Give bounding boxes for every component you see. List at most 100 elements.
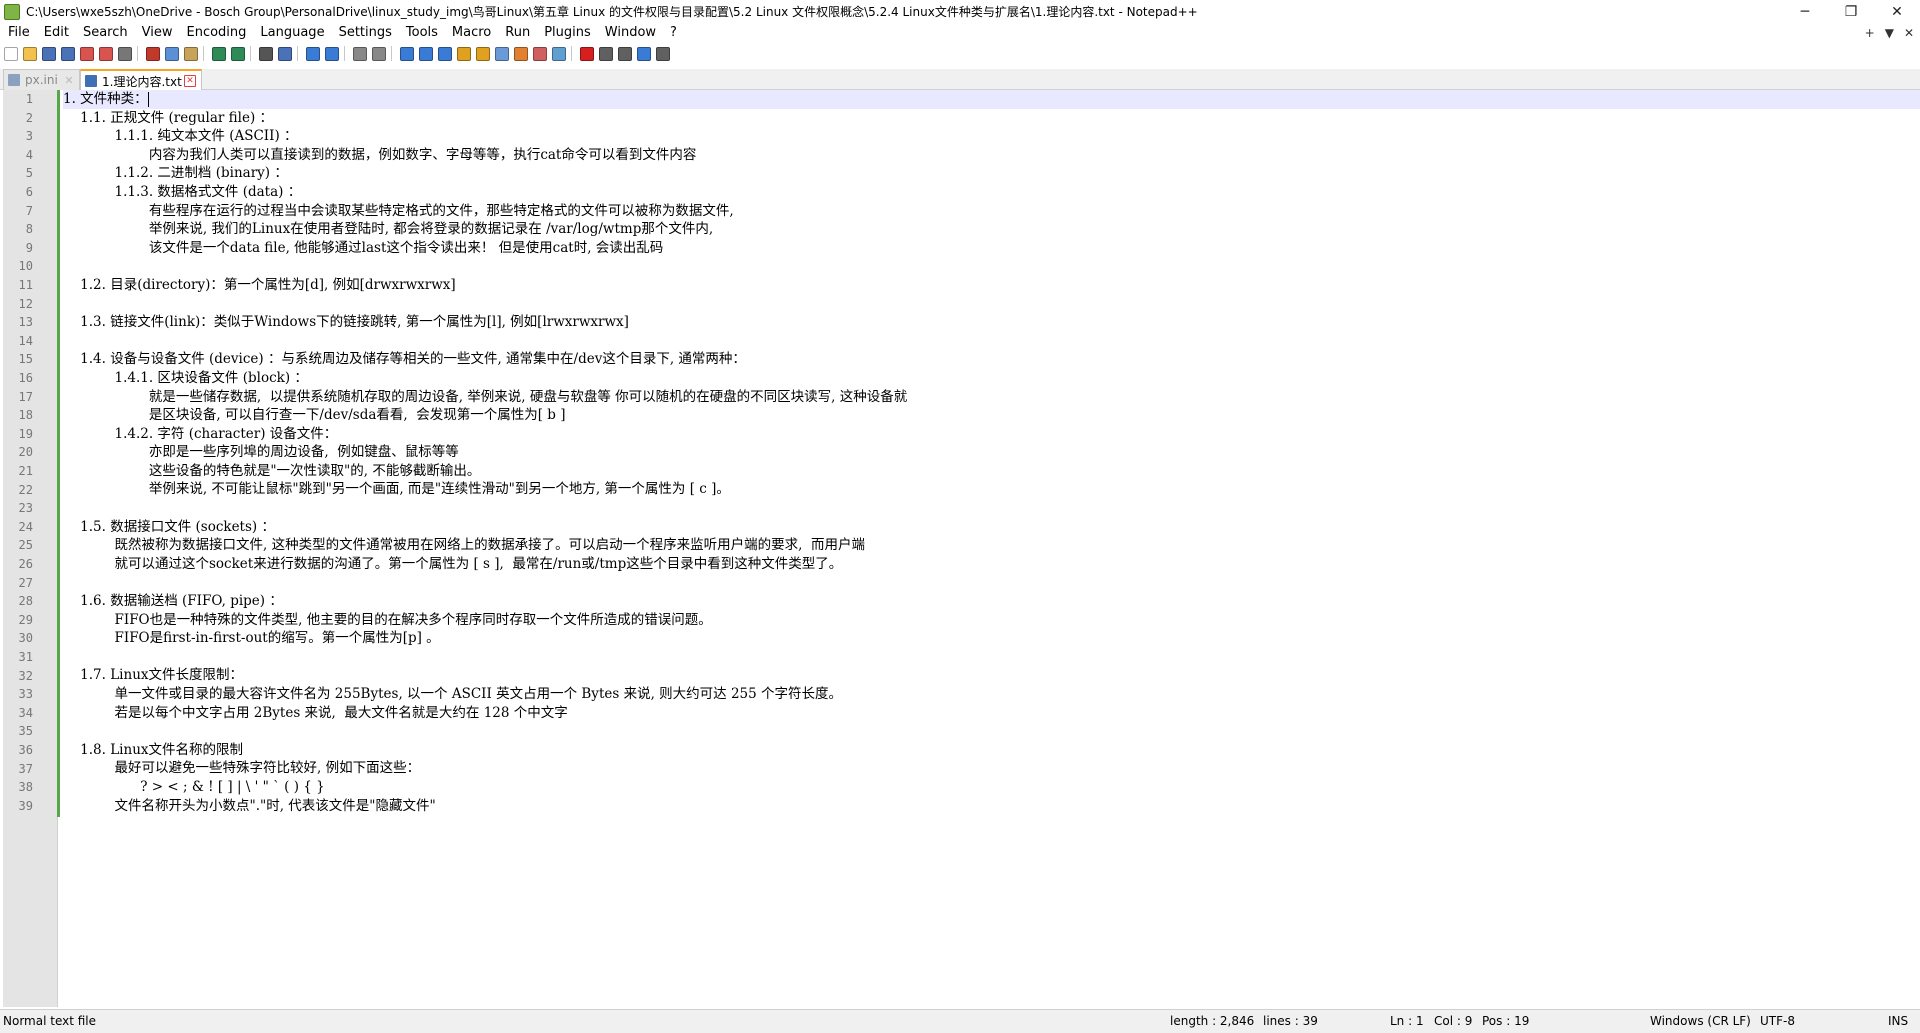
print-icon[interactable] xyxy=(116,45,133,62)
play-macro-icon[interactable] xyxy=(616,45,633,62)
maximize-button[interactable]: ❐ xyxy=(1828,0,1874,23)
editor-line[interactable]: 1.6. 数据输送档 (FIFO, pipe) ： xyxy=(63,592,1920,611)
folder-as-workspace-icon[interactable] xyxy=(512,45,529,62)
editor-pane[interactable]: 1 2 3 4 5 6 7 8 9 10 11 12 13 14 15 16 17 18 19 20 21 22 23 24 2… xyxy=(3,90,1920,1007)
editor-line[interactable]: 举例来说, 不可能让鼠标"跳到"另一个画面, 而是"连续性滑动"到另一个地方, … xyxy=(63,480,1920,499)
line-number: 29 xyxy=(18,612,33,627)
editor-line[interactable]: 1.4. 设备与设备文件 (device) ：与系统周边及储存等相关的一些文件,… xyxy=(63,350,1920,369)
find-icon[interactable] xyxy=(257,45,274,62)
menu-encoding[interactable]: Encoding xyxy=(179,23,253,43)
copy-icon[interactable] xyxy=(163,45,180,62)
editor-line[interactable] xyxy=(63,648,1920,667)
sync-vertical-icon[interactable] xyxy=(351,45,368,62)
editor-line[interactable]: 1.1. 正规文件 (regular file) ： xyxy=(63,109,1920,128)
editor-line[interactable]: 1.5. 数据接口文件 (sockets) ： xyxy=(63,518,1920,537)
editor-line[interactable] xyxy=(63,332,1920,351)
editor-line[interactable] xyxy=(63,257,1920,276)
menu-file[interactable]: File xyxy=(0,23,37,43)
menu-edit[interactable]: Edit xyxy=(37,23,76,43)
editor-line[interactable]: 举例来说, 我们的Linux在使用者登陆时, 都会将登录的数据记录在 /var/… xyxy=(63,220,1920,239)
tab-list-dropdown-button[interactable]: ▼ xyxy=(1885,23,1894,43)
monitoring-icon[interactable] xyxy=(550,45,567,62)
function-list-icon[interactable] xyxy=(493,45,510,62)
editor-line[interactable]: 1.4.2. 字符 (character) 设备文件： xyxy=(63,425,1920,444)
tab-theory-content-txt[interactable]: 1.理论内容.txt ✕ xyxy=(80,69,202,91)
run-macro-multiple-icon[interactable] xyxy=(635,45,652,62)
new-file-icon[interactable] xyxy=(2,45,19,62)
replace-icon[interactable] xyxy=(276,45,293,62)
editor-line[interactable]: 1. 文件种类： xyxy=(63,90,1920,109)
editor-line[interactable]: 最好可以避免一些特殊字符比较好, 例如下面这些： xyxy=(63,759,1920,778)
doc-list-icon[interactable] xyxy=(531,45,548,62)
editor-line[interactable]: 1.1.1. 纯文本文件 (ASCII) ： xyxy=(63,127,1920,146)
editor-line[interactable] xyxy=(63,499,1920,518)
editor-line[interactable]: 单一文件或目录的最大容许文件名为 255Bytes, 以一个 ASCII 英文占… xyxy=(63,685,1920,704)
zoom-in-icon[interactable] xyxy=(304,45,321,62)
editor-line[interactable]: 内容为我们人类可以直接读到的数据，例如数字、字母等等，执行cat命令可以看到文件… xyxy=(63,146,1920,165)
doc-map-icon[interactable] xyxy=(474,45,491,62)
editor-line[interactable]: 1.1.2. 二进制档 (binary) ： xyxy=(63,164,1920,183)
word-wrap-icon[interactable] xyxy=(398,45,415,62)
show-all-chars-icon[interactable] xyxy=(417,45,434,62)
sync-horizontal-icon[interactable] xyxy=(370,45,387,62)
menu-plugins[interactable]: Plugins xyxy=(537,23,598,43)
zoom-out-icon[interactable] xyxy=(323,45,340,62)
close-window-button[interactable]: ✕ xyxy=(1874,0,1920,23)
editor-line[interactable]: 若是以每个中文字占用 2Bytes 来说, 最大文件名就是大约在 128 个中文… xyxy=(63,704,1920,723)
editor-line[interactable]: 1.2. 目录(directory)：第一个属性为[d], 例如[drwxrwx… xyxy=(63,276,1920,295)
paste-icon[interactable] xyxy=(182,45,199,62)
close-all-icon[interactable] xyxy=(97,45,114,62)
menu-run[interactable]: Run xyxy=(498,23,537,43)
open-file-icon[interactable] xyxy=(21,45,38,62)
editor-line[interactable] xyxy=(63,722,1920,741)
new-tab-button[interactable]: + xyxy=(1865,23,1875,43)
menu-macro[interactable]: Macro xyxy=(445,23,498,43)
editor-line[interactable]: 该文件是一个data file, 他能够通过last这个指令读出来！ 但是使用c… xyxy=(63,239,1920,258)
save-state-icon xyxy=(85,75,97,87)
editor-line[interactable]: 1.4.1. 区块设备文件 (block) ： xyxy=(63,369,1920,388)
menu-search[interactable]: Search xyxy=(76,23,135,43)
save-macro-icon[interactable] xyxy=(654,45,671,62)
save-all-icon[interactable] xyxy=(59,45,76,62)
stop-macro-icon[interactable] xyxy=(597,45,614,62)
tab-px-ini[interactable]: px.ini ✕ xyxy=(3,69,80,90)
editor-line[interactable] xyxy=(63,573,1920,592)
menu-tools[interactable]: Tools xyxy=(399,23,445,43)
editor-line[interactable]: 1.1.3. 数据格式文件 (data) ： xyxy=(63,183,1920,202)
line-text: 1. 文件种类： xyxy=(63,91,148,107)
editor-line[interactable]: FIFO是first-in-first-out的缩写。第一个属性为[p] 。 xyxy=(63,629,1920,648)
text-area[interactable]: 1. 文件种类： 1.1. 正规文件 (regular file) ： 1.1.… xyxy=(63,90,1920,1007)
editor-line[interactable]: FIFO也是一种特殊的文件类型, 他主要的目的在解决多个程序同时存取一个文件所造… xyxy=(63,611,1920,630)
editor-line[interactable]: 是区块设备, 可以自行查一下/dev/sda看看, 会发现第一个属性为[ b ] xyxy=(63,406,1920,425)
menu-view[interactable]: View xyxy=(135,23,180,43)
editor-line[interactable]: 就是一些储存数据, 以提供系统随机存取的周边设备, 举例来说, 硬盘与软盘等 你… xyxy=(63,388,1920,407)
editor-line[interactable]: 有些程序在运行的过程当中会读取某些特定格式的文件，那些特定格式的文件可以被称为数… xyxy=(63,202,1920,221)
menu-help[interactable]: ? xyxy=(663,23,684,43)
editor-line[interactable]: ? > < ; & ! [ ] | \ ' " ` ( ) { } xyxy=(63,778,1920,797)
menu-language[interactable]: Language xyxy=(253,23,331,43)
close-icon[interactable] xyxy=(78,45,95,62)
editor-line[interactable]: 文件名称开头为小数点"."时, 代表该文件是"隐藏文件" xyxy=(63,797,1920,816)
editor-line[interactable]: 亦即是一些序列埠的周边设备, 例如键盘、鼠标等等 xyxy=(63,443,1920,462)
close-doc-button[interactable]: ✕ xyxy=(1904,23,1914,43)
menu-settings[interactable]: Settings xyxy=(332,23,399,43)
indent-guide-icon[interactable] xyxy=(436,45,453,62)
editor-line[interactable] xyxy=(63,295,1920,314)
minimize-button[interactable]: ─ xyxy=(1782,0,1828,23)
editor-line[interactable]: 1.8. Linux文件名称的限制 xyxy=(63,741,1920,760)
editor-line[interactable]: 1.7. Linux文件长度限制： xyxy=(63,666,1920,685)
editor-line[interactable]: 就可以通过这个socket来进行数据的沟通了。第一个属性为 [ s ], 最常在… xyxy=(63,555,1920,574)
menu-window[interactable]: Window xyxy=(598,23,663,43)
tab-close-icon[interactable]: ✕ xyxy=(64,74,74,87)
editor-line[interactable]: 既然被称为数据接口文件, 这种类型的文件通常被用在网络上的数据承接了。可以启动一… xyxy=(63,536,1920,555)
tab-close-icon[interactable]: ✕ xyxy=(184,75,196,87)
save-icon[interactable] xyxy=(40,45,57,62)
undo-icon[interactable] xyxy=(210,45,227,62)
record-macro-icon[interactable] xyxy=(578,45,595,62)
cut-icon[interactable] xyxy=(144,45,161,62)
notepadpp-app-icon[interactable] xyxy=(4,3,20,20)
editor-line[interactable]: 1.3. 链接文件(link)：类似于Windows下的链接跳转, 第一个属性为… xyxy=(63,313,1920,332)
editor-line[interactable]: 这些设备的特色就是"一次性读取"的, 不能够截断输出。 xyxy=(63,462,1920,481)
redo-icon[interactable] xyxy=(229,45,246,62)
language-define-icon[interactable] xyxy=(455,45,472,62)
